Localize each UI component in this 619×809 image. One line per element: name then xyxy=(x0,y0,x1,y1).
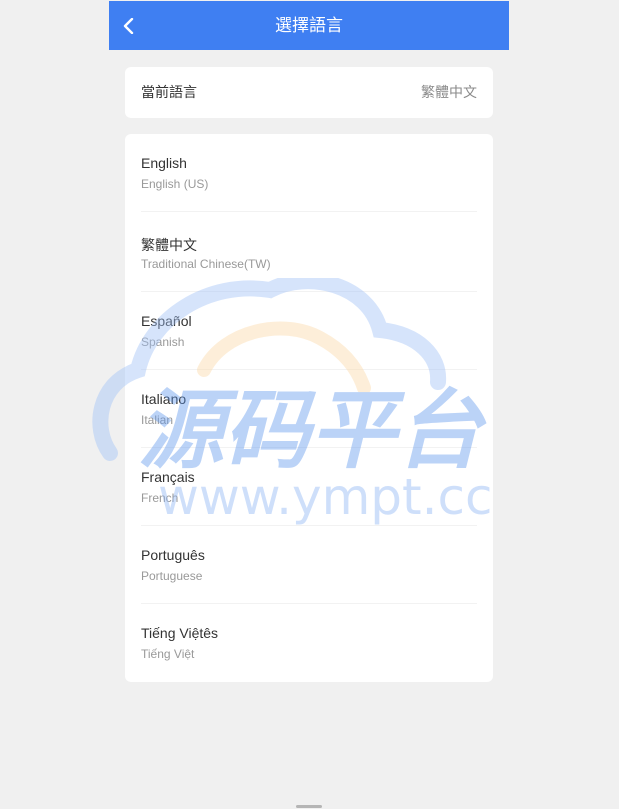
language-subtitle: Spanish xyxy=(141,335,185,349)
current-language-value: 繁體中文 xyxy=(421,84,477,100)
language-name: Español xyxy=(141,313,192,329)
language-item-english[interactable]: English English (US) xyxy=(141,134,477,212)
app-screen: 選擇語言 當前語言 繁體中文 English English (US) 繁體中文… xyxy=(109,0,509,809)
language-item-french[interactable]: Français French xyxy=(141,448,477,526)
divider xyxy=(141,211,477,212)
language-list: English English (US) 繁體中文 Traditional Ch… xyxy=(125,134,493,682)
current-language-label: 當前語言 xyxy=(141,84,197,100)
nav-header: 選擇語言 xyxy=(109,1,509,50)
language-item-italian[interactable]: Italiano Italian xyxy=(141,370,477,448)
language-name: Français xyxy=(141,469,195,485)
language-subtitle: Portuguese xyxy=(141,569,203,583)
language-name: 繁體中文 xyxy=(141,237,197,253)
language-item-vietnamese[interactable]: Tiếng Việtês Tiếng Việt xyxy=(141,604,477,682)
language-subtitle: French xyxy=(141,491,179,505)
language-item-traditional-chinese[interactable]: 繁體中文 Traditional Chinese(TW) xyxy=(141,214,477,292)
language-item-portuguese[interactable]: Português Portuguese xyxy=(141,526,477,604)
page-title: 選擇語言 xyxy=(275,16,343,35)
language-name: Italiano xyxy=(141,391,187,407)
language-subtitle: Tiếng Việt xyxy=(141,647,195,661)
language-name: English xyxy=(141,155,187,171)
language-subtitle: Italian xyxy=(141,413,174,427)
current-language-card: 當前語言 繁體中文 xyxy=(125,67,493,118)
language-name: Português xyxy=(141,547,205,563)
home-indicator xyxy=(296,805,322,808)
language-item-spanish[interactable]: Español Spanish xyxy=(141,292,477,370)
language-subtitle: English (US) xyxy=(141,177,209,191)
language-subtitle: Traditional Chinese(TW) xyxy=(141,257,271,271)
language-name: Tiếng Việtês xyxy=(141,625,219,641)
